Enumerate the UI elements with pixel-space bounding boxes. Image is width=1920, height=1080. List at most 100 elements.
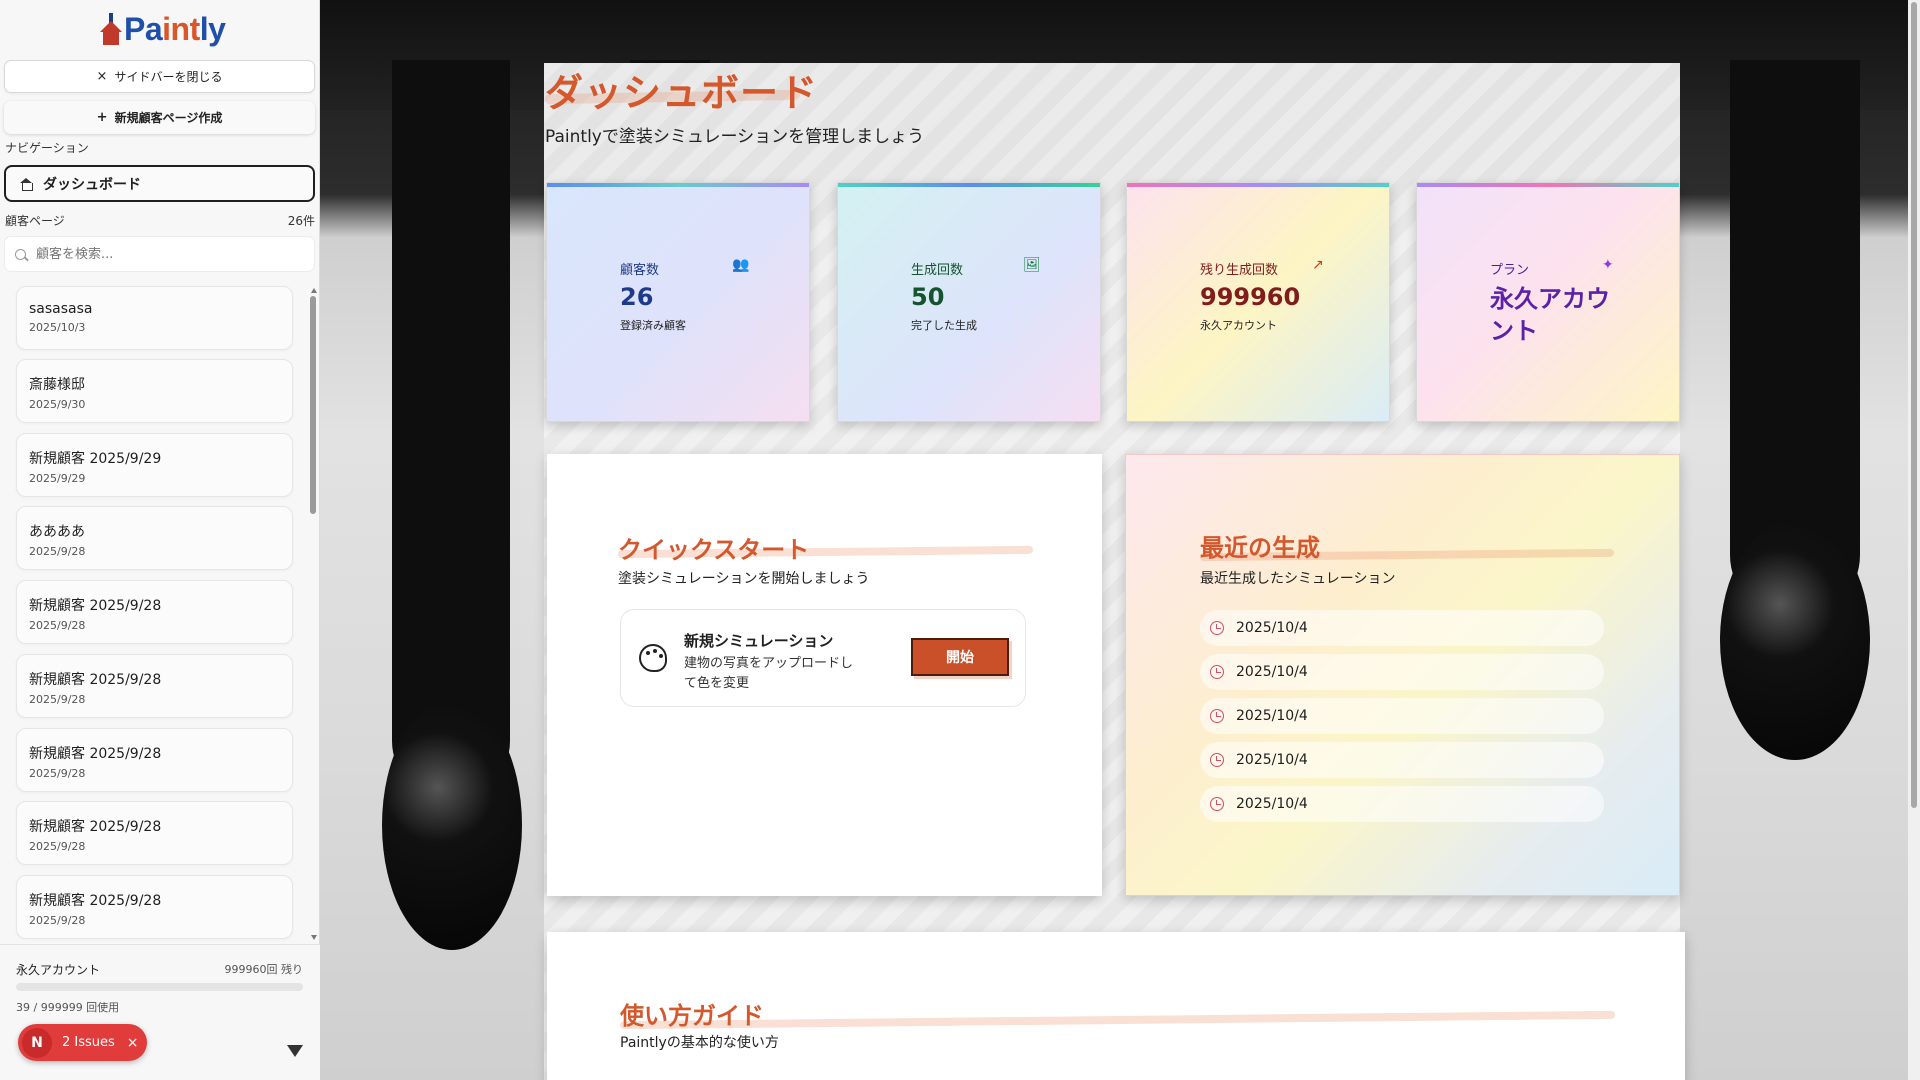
- stat-card-customers: 顧客数 👥 26 登録済み顧客: [546, 182, 810, 422]
- customer-name: 新規顧客 2025/9/28: [29, 598, 162, 614]
- customer-date: 2025/9/28: [29, 619, 86, 632]
- customer-date: 2025/9/28: [29, 693, 86, 706]
- customer-list-item[interactable]: 新規顧客 2025/9/28 2025/9/28: [16, 875, 293, 939]
- stat-sub: 登録済み顧客: [620, 319, 686, 332]
- app-logo[interactable]: Paintly: [100, 6, 226, 52]
- usage-progress-bar: [16, 983, 303, 991]
- close-sidebar-button[interactable]: × サイドバーを閉じる: [4, 60, 315, 93]
- nav-section-label: ナビゲーション: [5, 141, 89, 155]
- quick-start-title: クイックスタート: [618, 536, 810, 564]
- customer-pages-label: 顧客ページ: [5, 214, 65, 228]
- customer-list-item[interactable]: 新規顧客 2025/9/28 2025/9/28: [16, 580, 293, 644]
- stat-value: 999960: [1200, 283, 1301, 311]
- recent-item[interactable]: 2025/10/4: [1200, 742, 1604, 778]
- recent-subtitle: 最近生成したシミュレーション: [1200, 571, 1396, 587]
- sparkles-icon: ✦: [1602, 257, 1614, 273]
- recent-title: 最近の生成: [1200, 534, 1320, 562]
- card-accent-bar: [547, 183, 809, 187]
- customer-list-item[interactable]: 新規顧客 2025/9/28 2025/9/28: [16, 801, 293, 865]
- plus-icon: +: [96, 110, 108, 125]
- recent-item[interactable]: 2025/10/4: [1200, 654, 1604, 690]
- stat-value: 26: [620, 283, 654, 311]
- main-scrollbar[interactable]: [1908, 0, 1920, 1080]
- close-icon: ×: [96, 69, 108, 84]
- paint-drop-right: [1720, 520, 1870, 760]
- customer-list-scroll-thumb[interactable]: [310, 296, 316, 514]
- home-icon: [20, 177, 33, 191]
- recent-item[interactable]: 2025/10/4: [1200, 610, 1604, 646]
- customer-name: 斎藤様邸: [29, 377, 85, 393]
- customer-list-item[interactable]: 新規顧客 2025/9/28 2025/9/28: [16, 654, 293, 718]
- recent-item[interactable]: 2025/10/4: [1200, 786, 1604, 822]
- card-accent-bar: [838, 183, 1100, 187]
- image-icon: 🖼: [1023, 257, 1041, 273]
- recent-item-date: 2025/10/4: [1236, 708, 1308, 724]
- paint-drop-left: [382, 700, 522, 950]
- new-customer-page-label: 新規顧客ページ作成: [114, 111, 223, 125]
- customer-date: 2025/9/30: [29, 398, 86, 411]
- customer-list-item[interactable]: ああああ 2025/9/28: [16, 506, 293, 570]
- paint-drip-left: [392, 60, 510, 800]
- start-button[interactable]: 開始: [911, 638, 1009, 676]
- customer-pages-header: 顧客ページ 26件: [5, 212, 315, 229]
- customer-list: sasasasa 2025/10/3 斎藤様邸 2025/9/30 新規顧客 2…: [0, 282, 320, 942]
- customer-count: 26件: [287, 214, 315, 228]
- recent-item-date: 2025/10/4: [1236, 796, 1308, 812]
- nav-item-dashboard[interactable]: ダッシュボード: [4, 165, 315, 202]
- customer-date: 2025/9/28: [29, 840, 86, 853]
- plan-row: 永久アカウント 999960回 残り: [16, 961, 303, 978]
- stat-label: 残り生成回数: [1200, 263, 1279, 278]
- page-title: ダッシュボード: [545, 71, 819, 115]
- customer-date: 2025/9/28: [29, 767, 86, 780]
- customer-list-item[interactable]: 新規顧客 2025/9/28 2025/9/28: [16, 728, 293, 792]
- clock-icon: [1210, 709, 1224, 723]
- recent-item[interactable]: 2025/10/4: [1200, 698, 1604, 734]
- close-sidebar-label: サイドバーを閉じる: [114, 70, 223, 84]
- issues-label: 2 Issues: [62, 1035, 115, 1050]
- list-scroll-down-icon[interactable]: [311, 935, 317, 940]
- card-accent-bar: [1127, 183, 1389, 187]
- stat-card-plan: プラン ✦ 永久アカウント: [1416, 182, 1680, 422]
- n-badge-icon: N: [22, 1027, 52, 1058]
- customer-name: ああああ: [29, 524, 85, 540]
- clock-icon: [1210, 797, 1224, 811]
- trending-up-icon: ↗: [1312, 257, 1324, 273]
- usage-text: 39 / 999999 回使用: [16, 1001, 120, 1014]
- customer-list-item[interactable]: 新規顧客 2025/9/29 2025/9/29: [16, 433, 293, 497]
- logo-text: Paintly: [124, 10, 226, 47]
- users-icon: 👥: [732, 257, 750, 273]
- new-simulation-title: 新規シミュレーション: [684, 632, 834, 650]
- sidebar: Paintly × サイドバーを閉じる + 新規顧客ページ作成 ナビゲーション …: [0, 0, 320, 1080]
- nav-item-dashboard-label: ダッシュボード: [43, 176, 141, 193]
- card-accent-bar: [1417, 183, 1679, 187]
- recent-item-date: 2025/10/4: [1236, 620, 1308, 636]
- stat-label: プラン: [1490, 263, 1530, 278]
- customer-name: 新規顧客 2025/9/28: [29, 819, 162, 835]
- main-scroll-thumb[interactable]: [1911, 2, 1917, 808]
- customer-name: 新規顧客 2025/9/28: [29, 893, 162, 909]
- customer-list-scrollbar[interactable]: [310, 288, 316, 940]
- customer-list-item[interactable]: 斎藤様邸 2025/9/30: [16, 359, 293, 423]
- customer-search[interactable]: [4, 236, 315, 272]
- plan-name: 永久アカウント: [16, 963, 101, 977]
- customer-name: 新規顧客 2025/9/28: [29, 672, 162, 688]
- new-customer-page-button[interactable]: + 新規顧客ページ作成: [4, 101, 315, 134]
- stat-card-remaining: 残り生成回数 ↗ 999960 永久アカウント: [1126, 182, 1390, 422]
- customer-search-input[interactable]: [36, 246, 286, 262]
- customer-list-item[interactable]: sasasasa 2025/10/3: [16, 286, 293, 350]
- triangle-down-icon[interactable]: [287, 1045, 303, 1057]
- guide-title: 使い方ガイド: [620, 1002, 764, 1030]
- recent-item-date: 2025/10/4: [1236, 664, 1308, 680]
- clock-icon: [1210, 621, 1224, 635]
- issues-toast[interactable]: N 2 Issues ×: [18, 1024, 147, 1061]
- stat-label: 生成回数: [911, 263, 964, 278]
- issues-close-icon[interactable]: ×: [127, 1035, 139, 1051]
- new-simulation-tile[interactable]: 新規シミュレーション 建物の写真をアップロードして色を変更 開始: [620, 609, 1026, 707]
- page-subtitle: Paintlyで塗装シミュレーションを管理しましょう: [545, 127, 925, 147]
- customer-date: 2025/9/28: [29, 545, 86, 558]
- palette-icon: [639, 644, 667, 672]
- customer-date: 2025/9/28: [29, 914, 86, 927]
- customer-date: 2025/10/3: [29, 321, 86, 334]
- stat-sub: 永久アカウント: [1200, 319, 1277, 332]
- new-simulation-desc: 建物の写真をアップロードして色を変更: [684, 656, 854, 691]
